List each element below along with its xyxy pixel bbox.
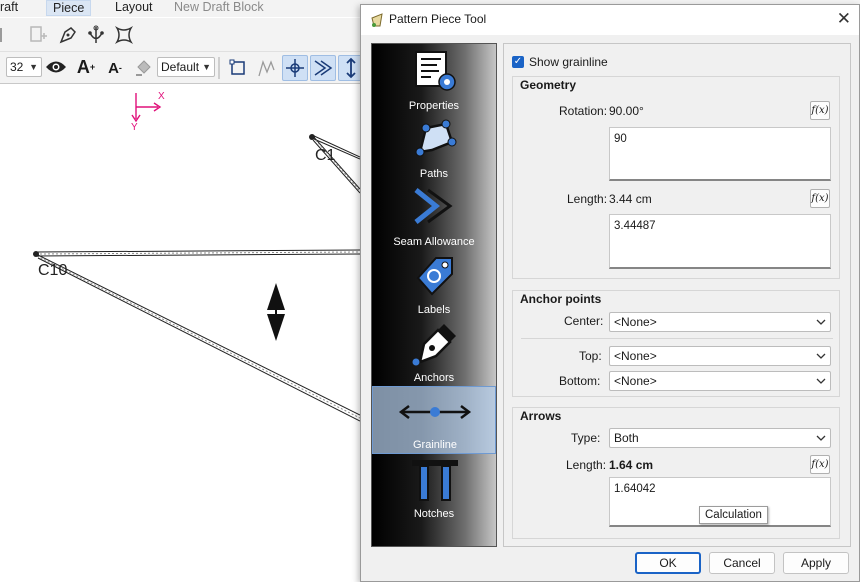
sidebar-item-label: Seam Allowance — [393, 236, 475, 248]
length-formula-field[interactable]: 3.44487 — [609, 214, 831, 269]
paint-bucket-icon[interactable] — [131, 57, 155, 79]
anchor-points-group: Anchor points Center: <None> Top: <None>… — [512, 290, 840, 397]
dialog-titlebar[interactable]: Pattern Piece Tool ✕ — [361, 5, 859, 35]
properties-icon — [415, 51, 456, 91]
menu-piece[interactable]: Piece — [46, 0, 92, 16]
line-style-combo[interactable]: Default ▼ — [157, 57, 215, 77]
sidebar-item-grainline[interactable]: Grainline — [372, 386, 496, 454]
toolbar-handle — [0, 28, 4, 42]
sidebar-item-label: Notches — [413, 508, 455, 520]
apply-button[interactable]: Apply — [783, 552, 849, 574]
chevron-down-icon: ▼ — [202, 62, 211, 72]
point-label-c10: C10 — [38, 262, 68, 279]
origin-axes-icon — [131, 93, 162, 123]
dialog-title: Pattern Piece Tool — [389, 12, 487, 26]
group-title: Arrows — [520, 409, 562, 423]
grainline-arrow-icon — [267, 283, 285, 341]
axis-x-label: X — [158, 91, 165, 102]
sidebar-item-label: Properties — [408, 100, 460, 112]
rotation-value: 90.00° — [609, 104, 644, 118]
length-value: 3.44 cm — [609, 192, 652, 206]
ok-button[interactable]: OK — [635, 552, 701, 574]
pen-tool-icon[interactable] — [56, 23, 80, 47]
grainline-panel: ✓ Show grainline Geometry Rotation: 90.0… — [503, 43, 851, 547]
drawing-canvas[interactable]: X Y C1 C10 — [0, 85, 360, 582]
notches-icon — [412, 460, 458, 501]
chevron-down-icon — [816, 313, 826, 336]
bottom-dropdown[interactable]: <None> — [609, 371, 831, 391]
chevron-down-icon — [816, 429, 826, 452]
top-dropdown[interactable]: <None> — [609, 346, 831, 366]
calculation-tooltip: Calculation — [699, 506, 768, 524]
arrow-type-dropdown[interactable]: Both — [609, 428, 831, 448]
curve-path-icon[interactable] — [254, 56, 278, 80]
app-title: New Draft Block — [174, 0, 264, 14]
sidebar-item-anchors[interactable]: Anchors — [372, 318, 496, 386]
menu-draft[interactable]: raft — [0, 0, 18, 16]
center-dropdown[interactable]: <None> — [609, 312, 831, 332]
font-smaller-icon[interactable]: A- — [104, 57, 126, 79]
axis-y-label: Y — [131, 122, 138, 133]
add-piece-icon[interactable] — [26, 23, 50, 47]
sidebar-item-properties[interactable]: Properties — [372, 46, 496, 114]
bottom-label: Bottom: — [559, 374, 601, 388]
tool-sidebar: Properties Paths Seam Allowance Labels A… — [371, 43, 497, 547]
group-title: Anchor points — [520, 292, 602, 306]
piece-shape-icon[interactable] — [112, 23, 136, 47]
divider — [521, 338, 833, 339]
show-grainline-checkbox[interactable]: ✓ — [512, 56, 524, 68]
pattern-piece-dialog: Pattern Piece Tool ✕ Properties Paths Se… — [360, 4, 860, 582]
select-box-icon[interactable] — [226, 56, 250, 80]
rotation-formula-button[interactable]: f(x) — [810, 101, 830, 120]
paths-icon — [415, 119, 457, 157]
arrow-length-formula-button[interactable]: f(x) — [810, 455, 830, 474]
arrow-type-label: Type: — [571, 431, 601, 445]
length-label: Length: — [567, 192, 608, 206]
sidebar-item-labels[interactable]: Labels — [372, 250, 496, 318]
group-title: Geometry — [520, 78, 577, 92]
view-toolbar: 32 ▼ A + A- Default ▼ — [0, 52, 364, 84]
sidebar-item-paths[interactable]: Paths — [372, 114, 496, 182]
size-combo[interactable]: 32 ▼ — [6, 57, 42, 77]
double-chevron-icon — [314, 60, 333, 76]
piece-toolbar — [0, 18, 360, 52]
crosshair-toggle[interactable] — [282, 55, 308, 81]
sidebar-item-label: Anchors — [413, 372, 455, 384]
seam-toggle[interactable] — [310, 55, 336, 81]
sidebar-item-label: Grainline — [412, 439, 458, 451]
close-icon[interactable]: ✕ — [837, 9, 851, 29]
arrows-group: Arrows Type: Both Length: 1.64 cm f(x) 1… — [512, 407, 840, 539]
seam-allowance-icon — [414, 188, 453, 224]
sidebar-item-label: Paths — [419, 168, 449, 180]
labels-icon — [416, 257, 453, 296]
show-grainline-label: Show grainline — [529, 55, 608, 69]
length-formula-button[interactable]: f(x) — [810, 189, 830, 208]
top-label: Top: — [579, 349, 602, 363]
chevron-down-icon: ▼ — [29, 62, 38, 72]
arrow-length-value: 1.64 cm — [609, 458, 654, 472]
chevron-down-icon — [816, 372, 826, 395]
geometry-group: Geometry Rotation: 90.00° f(x) 90 Length… — [512, 76, 840, 279]
grainline-icon — [398, 405, 472, 419]
cancel-button[interactable]: Cancel — [709, 552, 775, 574]
chevron-down-icon — [816, 347, 826, 370]
eye-icon[interactable] — [44, 56, 68, 78]
menu-layout[interactable]: Layout — [115, 0, 153, 16]
sidebar-item-notches[interactable]: Notches — [372, 454, 496, 522]
rotation-formula-field[interactable]: 90 — [609, 127, 831, 181]
sidebar-item-label: Labels — [417, 304, 451, 316]
crosshair-icon — [286, 59, 304, 77]
app-logo-icon — [370, 12, 384, 31]
point-label-c1: C1 — [315, 147, 336, 164]
sidebar-item-seam-allowance[interactable]: Seam Allowance — [372, 182, 496, 250]
arrow-length-label: Length: — [566, 458, 607, 472]
center-label: Center: — [564, 314, 604, 328]
font-larger-icon[interactable]: A + — [74, 55, 98, 79]
anchors-icon — [412, 324, 456, 366]
toolbar-separator — [218, 57, 220, 79]
anchor-tool-icon[interactable] — [84, 23, 108, 47]
rotation-label: Rotation: — [559, 104, 608, 118]
